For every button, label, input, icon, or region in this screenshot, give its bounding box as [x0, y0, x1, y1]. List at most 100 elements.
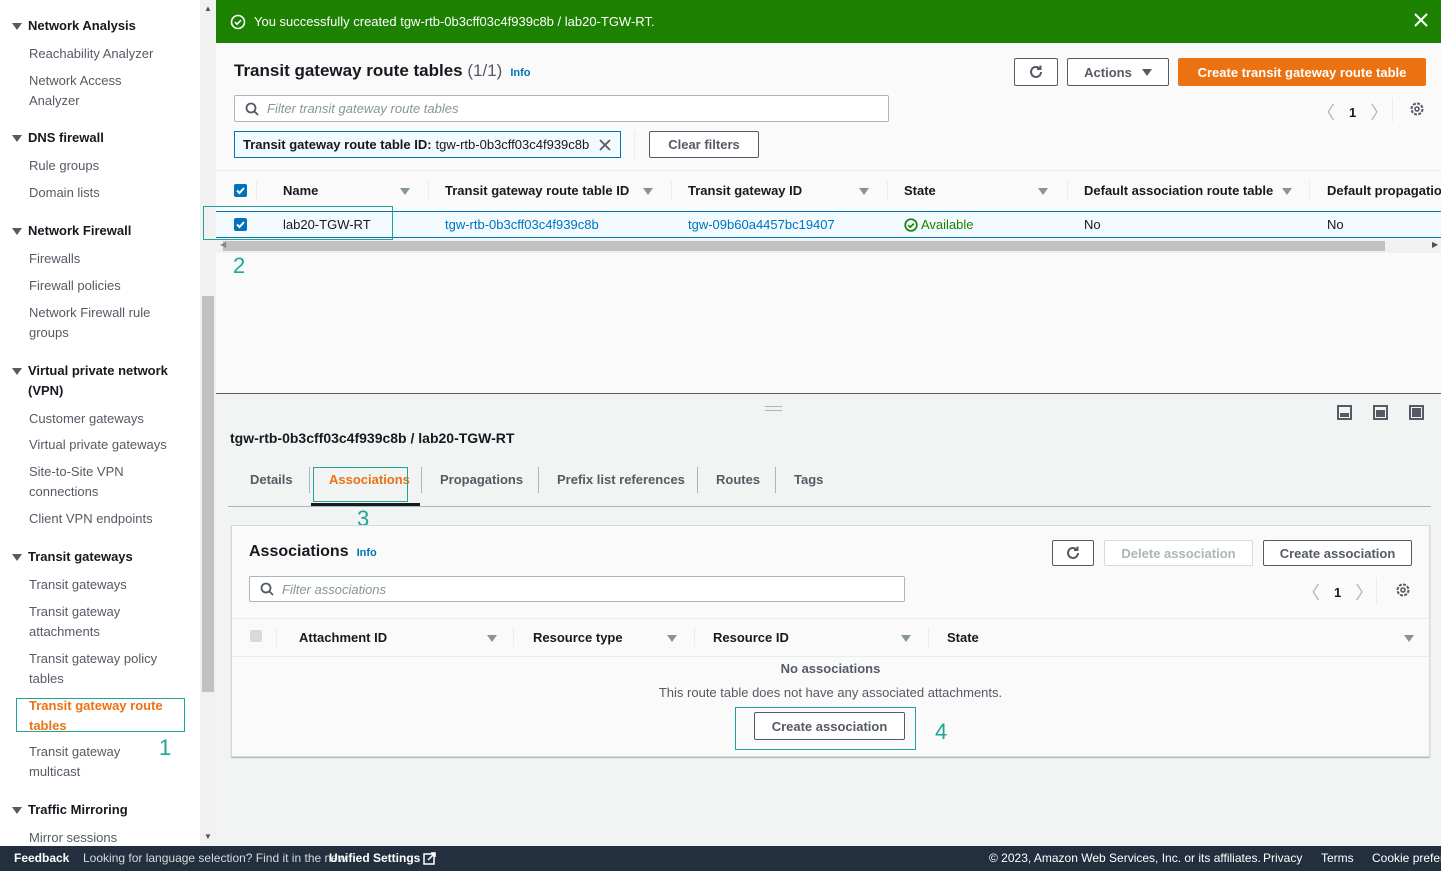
- column-header-tgw-id[interactable]: Transit gateway ID: [688, 183, 802, 198]
- tab-tags[interactable]: Tags: [794, 472, 823, 487]
- sidebar-item-firewalls[interactable]: Firewalls: [29, 249, 189, 269]
- scroll-down-arrow-icon[interactable]: ▼: [204, 832, 212, 841]
- select-all-checkbox[interactable]: [234, 184, 247, 197]
- close-icon[interactable]: [1413, 12, 1429, 28]
- column-header-default-propagation[interactable]: Default propagatio: [1327, 183, 1441, 198]
- table-row[interactable]: lab20-TGW-RT tgw-rtb-0b3cff03c4f939c8b t…: [216, 211, 1441, 238]
- sidebar-item-reachability-analyzer[interactable]: Reachability Analyzer: [29, 44, 189, 64]
- tab-propagations[interactable]: Propagations: [440, 472, 523, 487]
- route-table-search-input[interactable]: Filter transit gateway route tables: [234, 95, 889, 122]
- sort-icon[interactable]: [901, 635, 911, 642]
- scrollbar-thumb[interactable]: [223, 241, 1385, 251]
- chevron-right-icon[interactable]: 〉: [1355, 579, 1373, 605]
- annotation-box-3: [313, 467, 408, 502]
- sidebar-item-customer-gateways[interactable]: Customer gateways: [29, 409, 189, 429]
- sidebar-item-network-firewall-rule-groups[interactable]: Network Firewall rule groups: [29, 303, 169, 343]
- delete-association-button[interactable]: Delete association: [1104, 540, 1253, 566]
- panel-full-icon[interactable]: [1409, 405, 1424, 420]
- column-header-attachment-id[interactable]: Attachment ID: [299, 630, 387, 645]
- banner-message: You successfully created tgw-rtb-0b3cff0…: [254, 14, 655, 29]
- create-route-table-button[interactable]: Create transit gateway route table: [1178, 58, 1426, 86]
- sidebar-section-vpn[interactable]: Virtual private network (VPN): [12, 361, 182, 401]
- sidebar-item-transit-gateway-attachments[interactable]: Transit gateway attachments: [29, 602, 139, 642]
- refresh-button[interactable]: [1014, 58, 1058, 86]
- associations-refresh-button[interactable]: [1052, 540, 1094, 566]
- chevron-left-icon[interactable]: 〈: [1302, 579, 1320, 605]
- sidebar-item-transit-gateway-policy-tables[interactable]: Transit gateway policy tables: [29, 649, 169, 689]
- details-title: tgw-rtb-0b3cff03c4f939c8b / lab20-TGW-RT: [230, 430, 515, 446]
- sidebar-item-network-access-analyzer[interactable]: Network Access Analyzer: [29, 71, 149, 111]
- column-header-resource-type[interactable]: Resource type: [533, 630, 623, 645]
- sort-icon[interactable]: [400, 188, 410, 195]
- sidebar-item-client-vpn-endpoints[interactable]: Client VPN endpoints: [29, 509, 189, 529]
- sidebar-section-transit-gateways[interactable]: Transit gateways: [12, 547, 133, 567]
- sort-icon[interactable]: [487, 635, 497, 642]
- column-header-state[interactable]: State: [904, 183, 936, 198]
- chevron-left-icon[interactable]: 〈: [1317, 99, 1335, 125]
- remove-filter-icon[interactable]: [598, 138, 612, 152]
- drag-handle-icon[interactable]: [765, 406, 782, 411]
- settings-gear-icon[interactable]: [1409, 101, 1425, 117]
- external-link-icon: [423, 851, 437, 865]
- tab-routes[interactable]: Routes: [716, 472, 760, 487]
- sidebar-item-mirror-sessions[interactable]: Mirror sessions: [29, 828, 189, 846]
- search-icon: [245, 102, 259, 116]
- sidebar-item-transit-gateways[interactable]: Transit gateways: [29, 575, 189, 595]
- cookie-preferences-link[interactable]: Cookie prefere: [1372, 851, 1441, 865]
- sort-icon[interactable]: [1404, 635, 1414, 642]
- column-header-rtb-id[interactable]: Transit gateway route table ID: [445, 183, 629, 198]
- settings-gear-icon[interactable]: [1395, 582, 1411, 598]
- sidebar-item-transit-gateway-multicast[interactable]: Transit gateway multicast: [29, 742, 139, 782]
- cell-rtb-id-link[interactable]: tgw-rtb-0b3cff03c4f939c8b: [445, 217, 599, 232]
- scroll-right-arrow-icon[interactable]: ▶: [1432, 240, 1438, 249]
- sidebar-section-dns-firewall[interactable]: DNS firewall: [12, 128, 104, 148]
- scroll-left-arrow-icon[interactable]: ◀: [220, 240, 226, 249]
- sort-icon[interactable]: [859, 188, 869, 195]
- caret-down-icon: [12, 807, 22, 814]
- annotation-box-1: [16, 698, 185, 732]
- sidebar-section-network-analysis[interactable]: Network Analysis: [12, 16, 136, 36]
- actions-dropdown[interactable]: Actions: [1067, 58, 1169, 86]
- sort-icon[interactable]: [1038, 188, 1048, 195]
- sidebar-scrollbar-thumb[interactable]: [202, 296, 214, 692]
- status-available-icon: [904, 217, 918, 232]
- associations-table-header: Attachment ID Resource type Resource ID …: [232, 618, 1429, 657]
- select-all-checkbox-disabled: [250, 630, 262, 642]
- chevron-right-icon[interactable]: 〉: [1370, 99, 1388, 125]
- page-number[interactable]: 1: [1349, 105, 1356, 120]
- sidebar-item-domain-lists[interactable]: Domain lists: [29, 183, 189, 203]
- info-link[interactable]: Info: [510, 67, 530, 79]
- terms-link[interactable]: Terms: [1321, 851, 1354, 865]
- page-number[interactable]: 1: [1334, 585, 1341, 600]
- column-header-resource-id[interactable]: Resource ID: [713, 630, 789, 645]
- cell-tgw-id-link[interactable]: tgw-09b60a4457bc19407: [688, 217, 835, 232]
- sidebar-item-firewall-policies[interactable]: Firewall policies: [29, 276, 189, 296]
- tab-prefix-list-references[interactable]: Prefix list references: [557, 472, 685, 487]
- scroll-up-arrow-icon[interactable]: ▲: [204, 4, 212, 13]
- feedback-link[interactable]: Feedback: [14, 851, 69, 865]
- create-association-button[interactable]: Create association: [1263, 540, 1412, 566]
- panel-bottom-icon[interactable]: [1337, 405, 1352, 420]
- tab-details[interactable]: Details: [250, 472, 293, 487]
- sort-icon[interactable]: [667, 635, 677, 642]
- clear-filters-button[interactable]: Clear filters: [649, 131, 759, 158]
- column-header-state[interactable]: State: [947, 630, 979, 645]
- unified-settings-link[interactable]: Unified Settings: [329, 851, 437, 865]
- associations-search-input[interactable]: Filter associations: [249, 576, 905, 602]
- sidebar-item-site-to-site-vpn[interactable]: Site-to-Site VPN connections: [29, 462, 139, 502]
- page-title: Transit gateway route tables (1/1) Info: [234, 61, 531, 80]
- privacy-link[interactable]: Privacy: [1263, 851, 1302, 865]
- associations-pagination: 〈 1 〉: [1302, 579, 1373, 605]
- sidebar-item-rule-groups[interactable]: Rule groups: [29, 156, 189, 176]
- sidebar-item-virtual-private-gateways[interactable]: Virtual private gateways: [29, 435, 189, 455]
- sidebar-section-network-firewall[interactable]: Network Firewall: [12, 221, 131, 241]
- split-panel-divider[interactable]: [216, 393, 1441, 394]
- panel-half-icon[interactable]: [1373, 405, 1388, 420]
- sidebar-section-traffic-mirroring[interactable]: Traffic Mirroring: [12, 800, 128, 820]
- column-header-name[interactable]: Name: [283, 183, 318, 198]
- refresh-icon: [1067, 546, 1079, 559]
- info-link[interactable]: Info: [357, 547, 377, 559]
- sort-icon[interactable]: [643, 188, 653, 195]
- column-header-default-association[interactable]: Default association route table: [1084, 183, 1273, 198]
- sort-icon[interactable]: [1282, 188, 1292, 195]
